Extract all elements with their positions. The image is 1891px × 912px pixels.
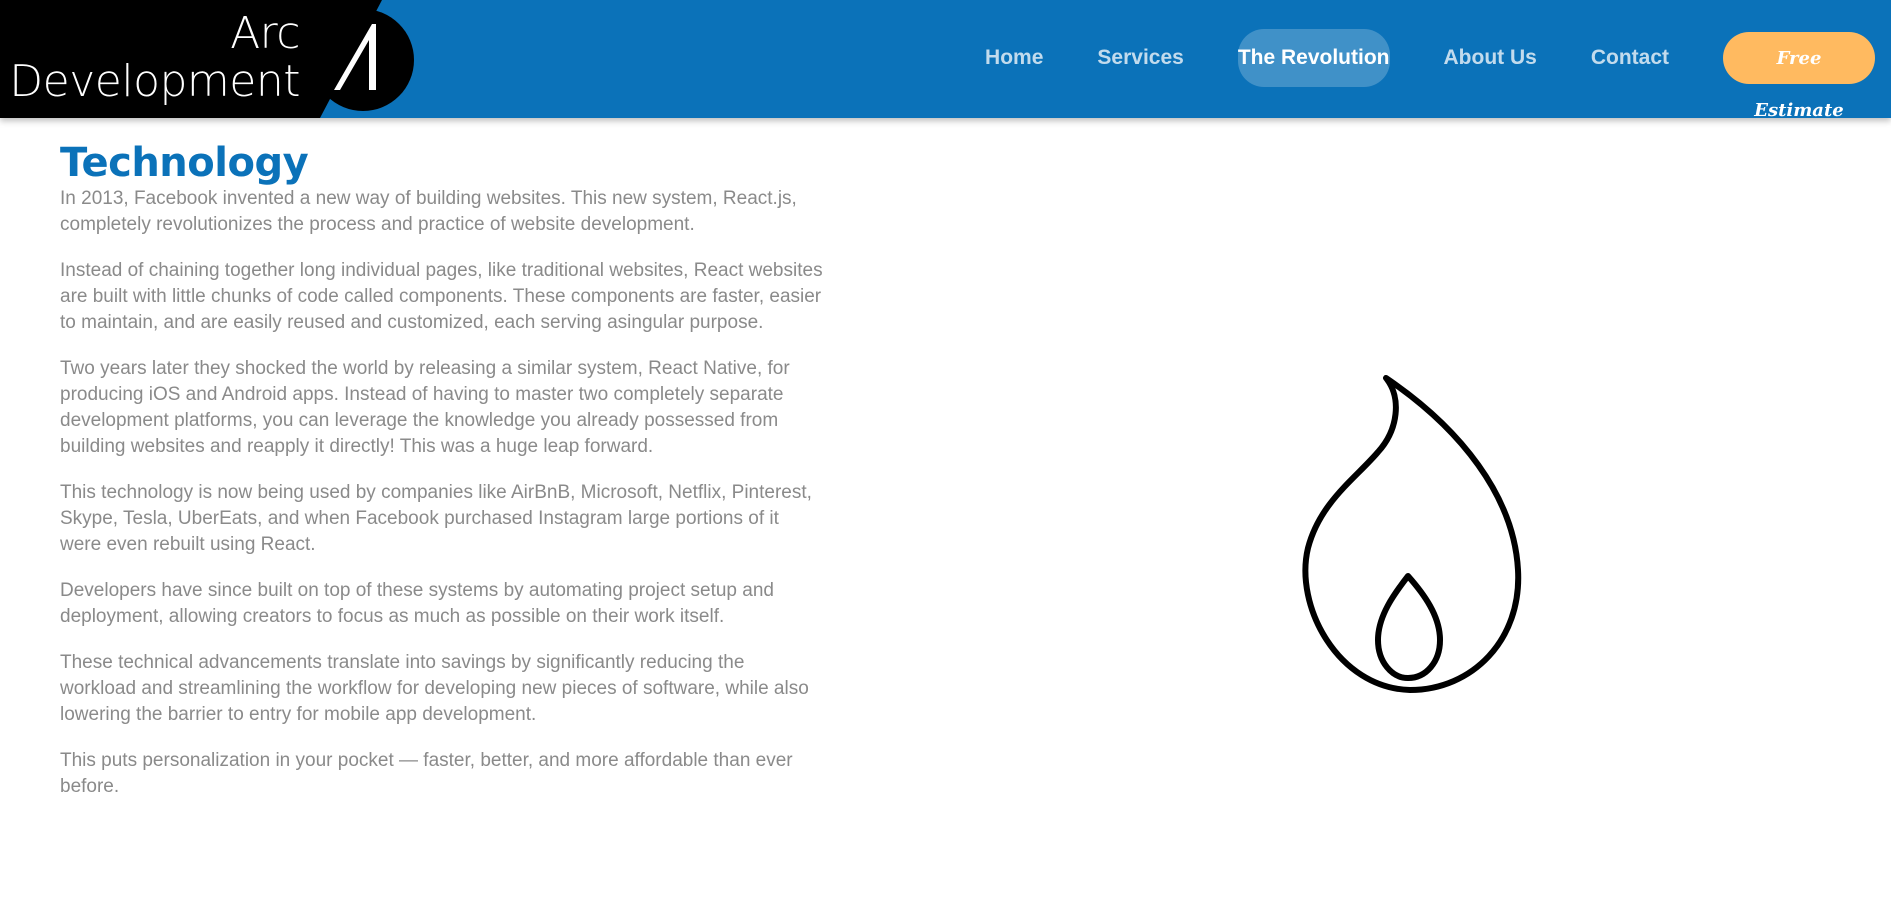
logo-wordmark: Arc Development <box>0 10 300 106</box>
page-title: Technology <box>60 140 309 186</box>
paragraph: Developers have since built on top of th… <box>60 580 774 627</box>
app-bar: Arc Development Home Services The Revolu… <box>0 0 1891 121</box>
tab-contact[interactable]: Contact <box>1564 29 1696 87</box>
logo-home-link[interactable]: Arc Development <box>0 0 420 118</box>
paragraph: Two years later they shocked the world b… <box>60 358 790 457</box>
free-estimate-button[interactable]: Free Estimate <box>1723 32 1875 121</box>
paragraph: Instead of chaining together long indivi… <box>60 260 823 333</box>
paragraph: This puts personalization in your pocket… <box>60 750 793 797</box>
logo-line-development: Development <box>9 56 300 107</box>
main-nav-tabs: Home Services The Revolution About Us Co… <box>958 28 1875 121</box>
tab-services[interactable]: Services <box>1070 29 1210 87</box>
paragraph: These technical advancements translate i… <box>60 652 809 725</box>
tab-home[interactable]: Home <box>958 29 1070 87</box>
paragraph: In 2013, Facebook invented a new way of … <box>60 188 797 235</box>
logo-line-arc: Arc <box>230 8 300 59</box>
tab-about-us[interactable]: About Us <box>1417 29 1564 87</box>
flame-icon <box>1290 370 1530 705</box>
technology-section: Technology In 2013, Facebook invented a … <box>60 140 825 820</box>
tab-the-revolution[interactable]: The Revolution <box>1211 29 1417 87</box>
paragraph: This technology is now being used by com… <box>60 482 812 555</box>
